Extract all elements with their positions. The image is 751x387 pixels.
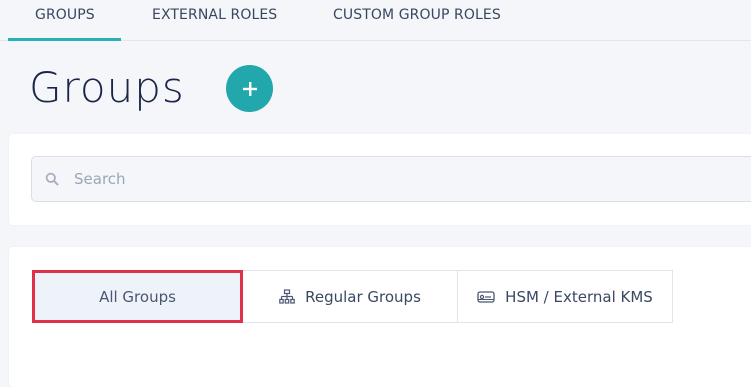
filter-regular-groups-button[interactable]: Regular Groups xyxy=(243,270,458,323)
hsm-device-icon xyxy=(477,290,495,303)
top-tab-bar: GROUPS EXTERNAL ROLES CUSTOM GROUP ROLES xyxy=(0,0,751,41)
filter-all-groups-button[interactable]: All Groups xyxy=(32,270,243,323)
add-group-button[interactable] xyxy=(226,65,273,112)
search-input[interactable] xyxy=(66,158,751,200)
filter-regular-groups-label: Regular Groups xyxy=(305,287,421,306)
plus-icon xyxy=(242,81,257,96)
tab-external-roles[interactable]: EXTERNAL ROLES xyxy=(152,0,277,40)
tab-groups[interactable]: GROUPS xyxy=(8,0,121,41)
filter-all-groups-label: All Groups xyxy=(99,287,176,306)
search-icon xyxy=(45,172,59,186)
filter-hsm-external-kms-label: HSM / External KMS xyxy=(505,287,653,306)
hierarchy-icon xyxy=(279,288,295,304)
tab-custom-group-roles[interactable]: CUSTOM GROUP ROLES xyxy=(333,0,501,40)
filter-hsm-external-kms-button[interactable]: HSM / External KMS xyxy=(457,270,673,323)
page-title: Groups xyxy=(29,63,185,112)
